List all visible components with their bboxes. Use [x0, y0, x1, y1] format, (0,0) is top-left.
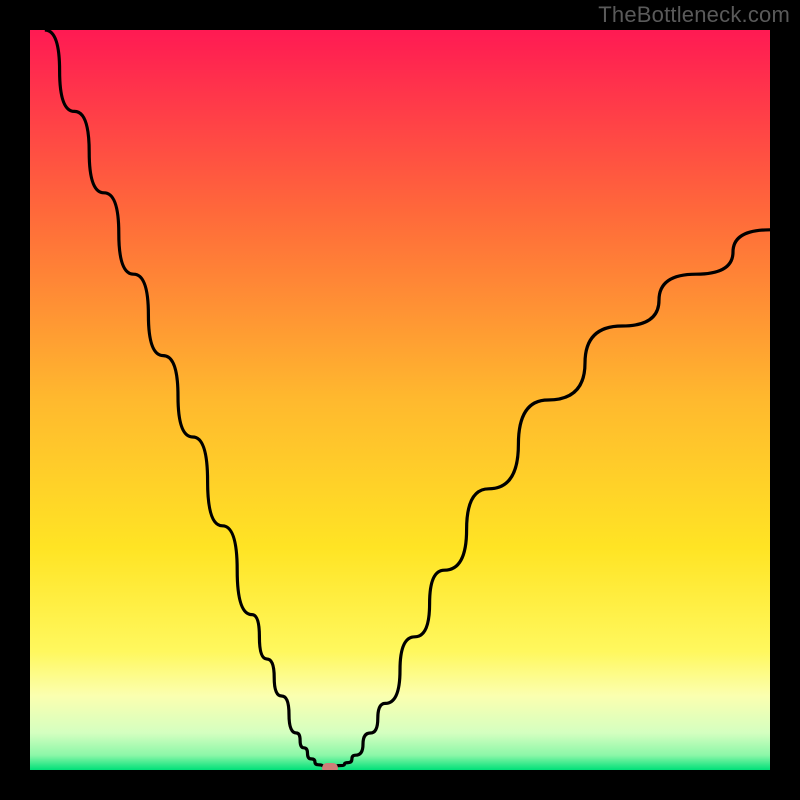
curve-path [45, 30, 770, 766]
plot-area [30, 30, 770, 770]
chart-container: TheBottleneck.com [0, 0, 800, 800]
bottleneck-curve [30, 30, 770, 770]
optimal-marker [322, 763, 338, 770]
watermark-label: TheBottleneck.com [598, 2, 790, 28]
